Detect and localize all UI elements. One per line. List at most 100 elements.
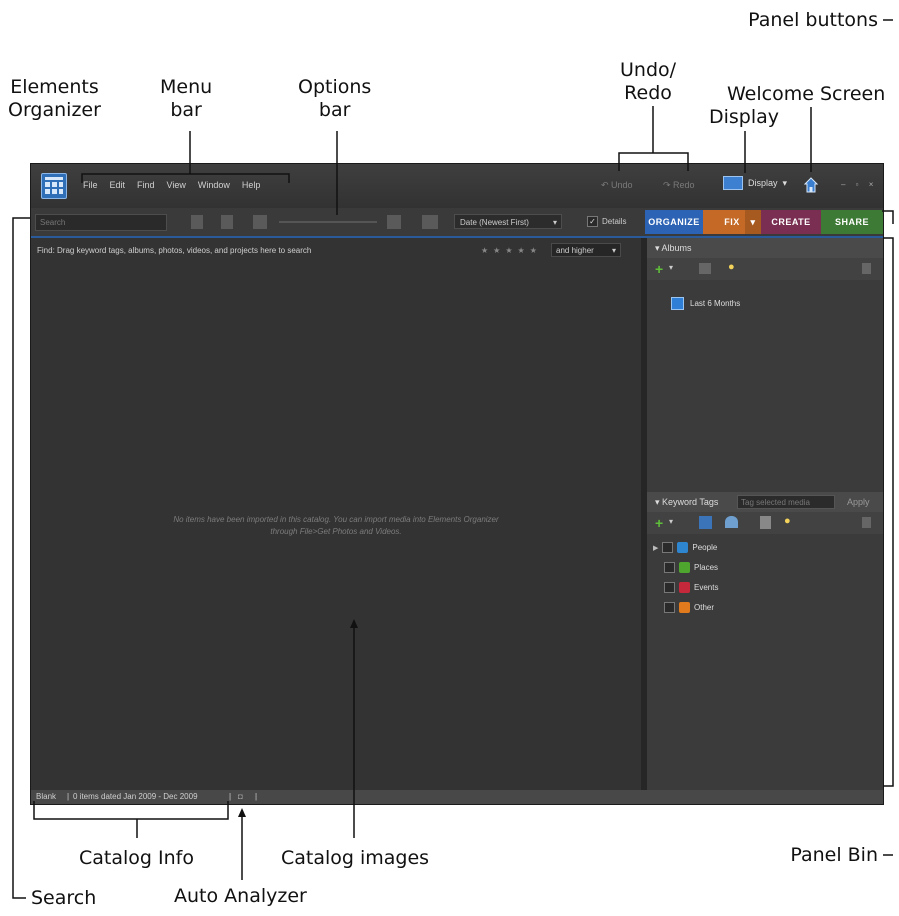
undo-icon: ↶ bbox=[601, 180, 612, 190]
monitor-icon bbox=[723, 176, 743, 190]
people-tag-icon bbox=[677, 542, 689, 553]
catalog-name: Blank bbox=[36, 792, 57, 801]
menu-help[interactable]: Help bbox=[242, 180, 261, 190]
callout-undo-redo: Undo/ Redo bbox=[620, 59, 677, 104]
chevron-down-icon[interactable]: ▾ bbox=[669, 263, 673, 272]
keyword-tags-title: Keyword Tags bbox=[662, 497, 719, 507]
keyword-tags-toolbar: + ▾ ● bbox=[647, 512, 883, 534]
trash-icon[interactable] bbox=[862, 517, 871, 528]
menu-file[interactable]: File bbox=[83, 180, 98, 190]
show-hide-people-icon[interactable] bbox=[191, 215, 203, 229]
thumbnail-size-slider[interactable] bbox=[279, 221, 377, 223]
thumbnail-large-icon[interactable] bbox=[387, 215, 401, 229]
chevron-down-icon[interactable]: ▾ bbox=[669, 517, 673, 526]
status-divider: | bbox=[67, 792, 70, 801]
rotate-icon[interactable] bbox=[221, 215, 233, 229]
details-checkbox[interactable]: ✓ Details bbox=[587, 216, 626, 227]
lightbulb-icon[interactable]: ● bbox=[728, 261, 735, 273]
menu-window[interactable]: Window bbox=[198, 180, 230, 190]
menu-edit[interactable]: Edit bbox=[110, 180, 126, 190]
callout-catalog-images: Catalog images bbox=[281, 847, 430, 869]
elements-organizer-logo-icon bbox=[41, 173, 67, 199]
undo-button[interactable]: ↶ Undo bbox=[601, 180, 633, 191]
undo-label: Undo bbox=[611, 180, 633, 190]
catalog-media-browser[interactable]: Find: Drag keyword tags, albums, photos,… bbox=[31, 238, 641, 790]
checkmark-icon: ✓ bbox=[587, 216, 598, 227]
display-label: Display bbox=[748, 178, 778, 188]
window-controls[interactable]: – ▫ × bbox=[841, 180, 877, 189]
callout-panel-bin: Panel Bin bbox=[790, 844, 878, 866]
search-input[interactable]: Search bbox=[35, 214, 167, 231]
tag-item-people[interactable]: ▶ People bbox=[653, 542, 717, 553]
rating-filter-select[interactable]: and higher ▾ bbox=[551, 243, 621, 257]
tag-checkbox[interactable] bbox=[664, 582, 675, 593]
albums-toolbar: + ▾ ● bbox=[647, 258, 883, 280]
welcome-screen-home-icon[interactable] bbox=[804, 177, 818, 193]
albums-title: Albums bbox=[661, 243, 692, 253]
albums-panel-header[interactable]: ▾ Albums bbox=[647, 238, 883, 258]
elements-organizer-window: File Edit Find View Window Help ↶ Undo ↷… bbox=[30, 163, 884, 805]
empty-catalog-message: No items have been imported in this cata… bbox=[173, 515, 499, 536]
tag-item-other[interactable]: Other bbox=[664, 602, 714, 613]
tag-checkbox[interactable] bbox=[664, 562, 675, 573]
album-item[interactable]: Last 6 Months bbox=[671, 297, 740, 310]
tag-label: People bbox=[692, 543, 718, 552]
tag-media-icon[interactable] bbox=[699, 516, 712, 529]
add-album-icon[interactable]: + bbox=[655, 261, 663, 277]
find-bar-text: Find: Drag keyword tags, albums, photos,… bbox=[37, 246, 312, 255]
callout-search: Search bbox=[31, 887, 97, 909]
callout-welcome-screen: Welcome Screen bbox=[727, 83, 886, 105]
tag-item-events[interactable]: Events bbox=[664, 582, 718, 593]
events-tag-icon bbox=[679, 582, 690, 593]
star-rating-filter[interactable]: ★★★★★ bbox=[481, 246, 542, 255]
chevron-down-icon: ▾ bbox=[745, 210, 761, 234]
title-bar: File Edit Find View Window Help ↶ Undo ↷… bbox=[31, 164, 883, 208]
sort-order-select[interactable]: Date (Newest First) ▾ bbox=[454, 214, 562, 229]
thumbnail-small-icon[interactable] bbox=[253, 215, 267, 229]
sort-order-label: Date (Newest First) bbox=[460, 218, 529, 227]
status-bar: Blank | 0 items dated Jan 2009 - Dec 200… bbox=[31, 790, 883, 804]
trash-icon[interactable] bbox=[862, 263, 871, 274]
apply-button[interactable]: Apply bbox=[847, 492, 870, 512]
chevron-down-icon: ▾ bbox=[552, 218, 557, 227]
tag-label: Events bbox=[694, 583, 719, 592]
menu-bar: File Edit Find View Window Help bbox=[83, 180, 260, 190]
panel-bin: ▾ Albums + ▾ ● Last 6 Months ▾ Keyword T… bbox=[647, 238, 883, 790]
people-recognition-icon[interactable] bbox=[760, 516, 771, 529]
redo-button[interactable]: ↷ Redo bbox=[663, 180, 695, 191]
chevron-down-icon: ▾ bbox=[611, 246, 616, 255]
tag-label: Places bbox=[694, 563, 719, 572]
tag-item-places[interactable]: Places bbox=[664, 562, 718, 573]
slideshow-icon[interactable] bbox=[422, 215, 438, 229]
callout-elements-organizer: Elements Organizer bbox=[8, 76, 101, 121]
callout-display: Display bbox=[709, 106, 780, 128]
tag-selected-media-input[interactable]: Tag selected media bbox=[737, 495, 835, 509]
expand-arrow-icon[interactable]: ▶ bbox=[653, 544, 658, 552]
edit-album-icon[interactable] bbox=[699, 263, 711, 274]
options-bar: Search Date (Newest First) ▾ ✓ Details O… bbox=[31, 208, 883, 238]
redo-label: Redo bbox=[673, 180, 695, 190]
tag-checkbox[interactable] bbox=[664, 602, 675, 613]
details-label: Details bbox=[602, 217, 627, 226]
tab-share[interactable]: SHARE bbox=[821, 210, 883, 234]
status-divider: | bbox=[229, 792, 232, 801]
tab-organize[interactable]: ORGANIZE bbox=[645, 210, 703, 234]
display-button[interactable]: Display ▾ bbox=[723, 176, 787, 190]
keyword-tags-panel-header[interactable]: ▾ Keyword Tags Tag selected media Apply bbox=[647, 492, 883, 512]
other-tag-icon bbox=[679, 602, 690, 613]
tag-cloud-icon[interactable] bbox=[725, 516, 738, 528]
add-tag-icon[interactable]: + bbox=[655, 515, 663, 531]
menu-view[interactable]: View bbox=[167, 180, 186, 190]
tag-checkbox[interactable] bbox=[662, 542, 674, 553]
collapse-arrow-icon: ▾ bbox=[655, 497, 663, 507]
lightbulb-icon[interactable]: ● bbox=[784, 515, 791, 527]
callout-auto-analyzer: Auto Analyzer bbox=[174, 885, 307, 907]
places-tag-icon bbox=[679, 562, 690, 573]
callout-panel-buttons: Panel buttons bbox=[748, 9, 878, 31]
tab-create[interactable]: CREATE bbox=[761, 210, 821, 234]
auto-analyzer-icon[interactable]: ◘ bbox=[238, 790, 243, 804]
tab-fix[interactable]: FIX ▾ bbox=[703, 210, 761, 234]
menu-find[interactable]: Find bbox=[137, 180, 155, 190]
tag-label: Other bbox=[694, 603, 715, 612]
smart-album-icon bbox=[671, 297, 684, 310]
